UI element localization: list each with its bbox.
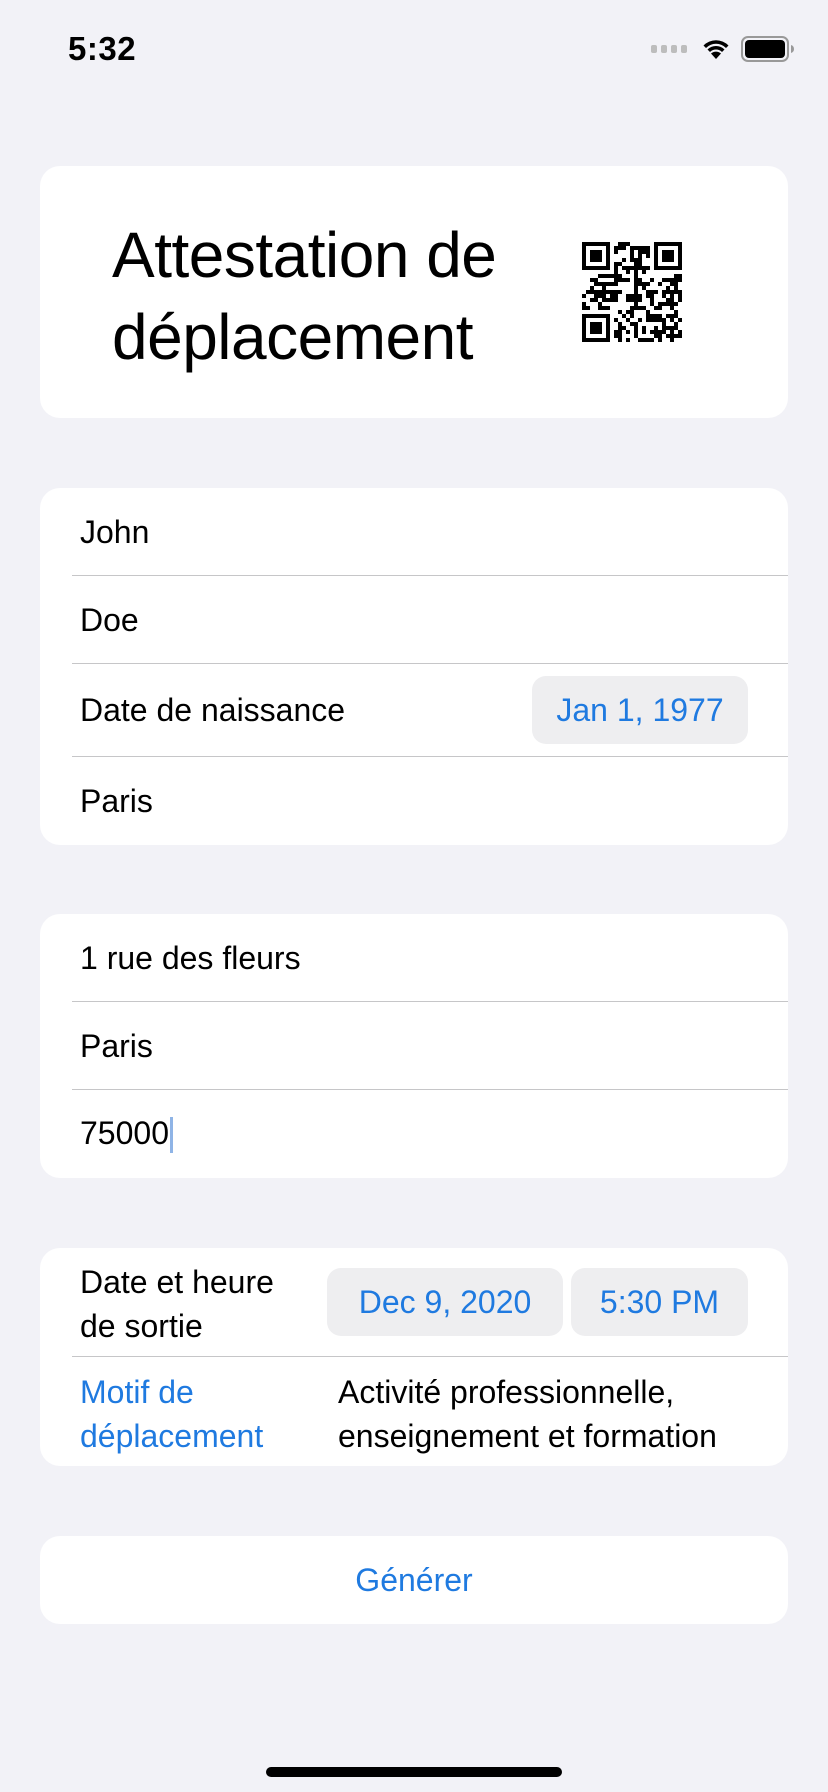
departure-date-picker[interactable]: Dec 9, 2020	[327, 1268, 563, 1336]
reason-value: Activité professionnelle, enseignement e…	[338, 1374, 717, 1454]
postal-code-input[interactable]: 75000	[80, 1115, 173, 1154]
birth-date-picker[interactable]: Jan 1, 1977	[532, 676, 748, 744]
postal-code-field[interactable]: 75000	[40, 1090, 788, 1178]
reason-picker-button[interactable]: Motif de déplacement	[80, 1370, 263, 1458]
divider	[72, 1356, 788, 1357]
qr-code-icon[interactable]	[582, 242, 682, 342]
identity-card: John Doe Date de naissance Jan 1, 1977 P…	[40, 488, 788, 845]
generate-label: Générer	[355, 1561, 473, 1598]
birth-date-row: Date de naissance Jan 1, 1977	[40, 664, 788, 757]
header-card: Attestation de déplacement	[40, 166, 788, 418]
street-value[interactable]: 1 rue des fleurs	[80, 940, 301, 977]
street-field[interactable]: 1 rue des fleurs	[40, 914, 788, 1002]
first-name-field[interactable]: John	[40, 488, 788, 576]
departure-time-picker[interactable]: 5:30 PM	[571, 1268, 748, 1336]
home-indicator[interactable]	[266, 1767, 562, 1777]
cellular-signal-icon	[651, 45, 687, 53]
postal-code-value: 75000	[80, 1114, 169, 1151]
battery-icon	[741, 36, 794, 62]
departure-datetime-label: Date et heure de sortie	[80, 1264, 274, 1344]
page-title: Attestation de déplacement	[112, 219, 497, 373]
city-field[interactable]: Paris	[40, 1002, 788, 1090]
trip-card: Date et heure de sortie Dec 9, 2020 5:30…	[40, 1248, 788, 1466]
generate-button[interactable]: Générer	[40, 1536, 788, 1624]
first-name-value[interactable]: John	[80, 514, 149, 551]
city-value[interactable]: Paris	[80, 1028, 153, 1065]
birth-place-value[interactable]: Paris	[80, 783, 153, 820]
screen: 5:32 Attestation de déplacement John Doe…	[0, 0, 828, 1792]
birth-date-label: Date de naissance	[80, 692, 346, 728]
status-bar: 5:32	[0, 0, 828, 100]
last-name-value[interactable]: Doe	[80, 602, 139, 639]
status-icons	[651, 36, 795, 62]
wifi-icon	[703, 40, 729, 59]
last-name-field[interactable]: Doe	[40, 576, 788, 664]
text-cursor	[169, 1117, 173, 1154]
birth-place-field[interactable]: Paris	[40, 757, 788, 845]
status-time: 5:32	[68, 30, 137, 67]
address-card: 1 rue des fleurs Paris 75000	[40, 914, 788, 1178]
